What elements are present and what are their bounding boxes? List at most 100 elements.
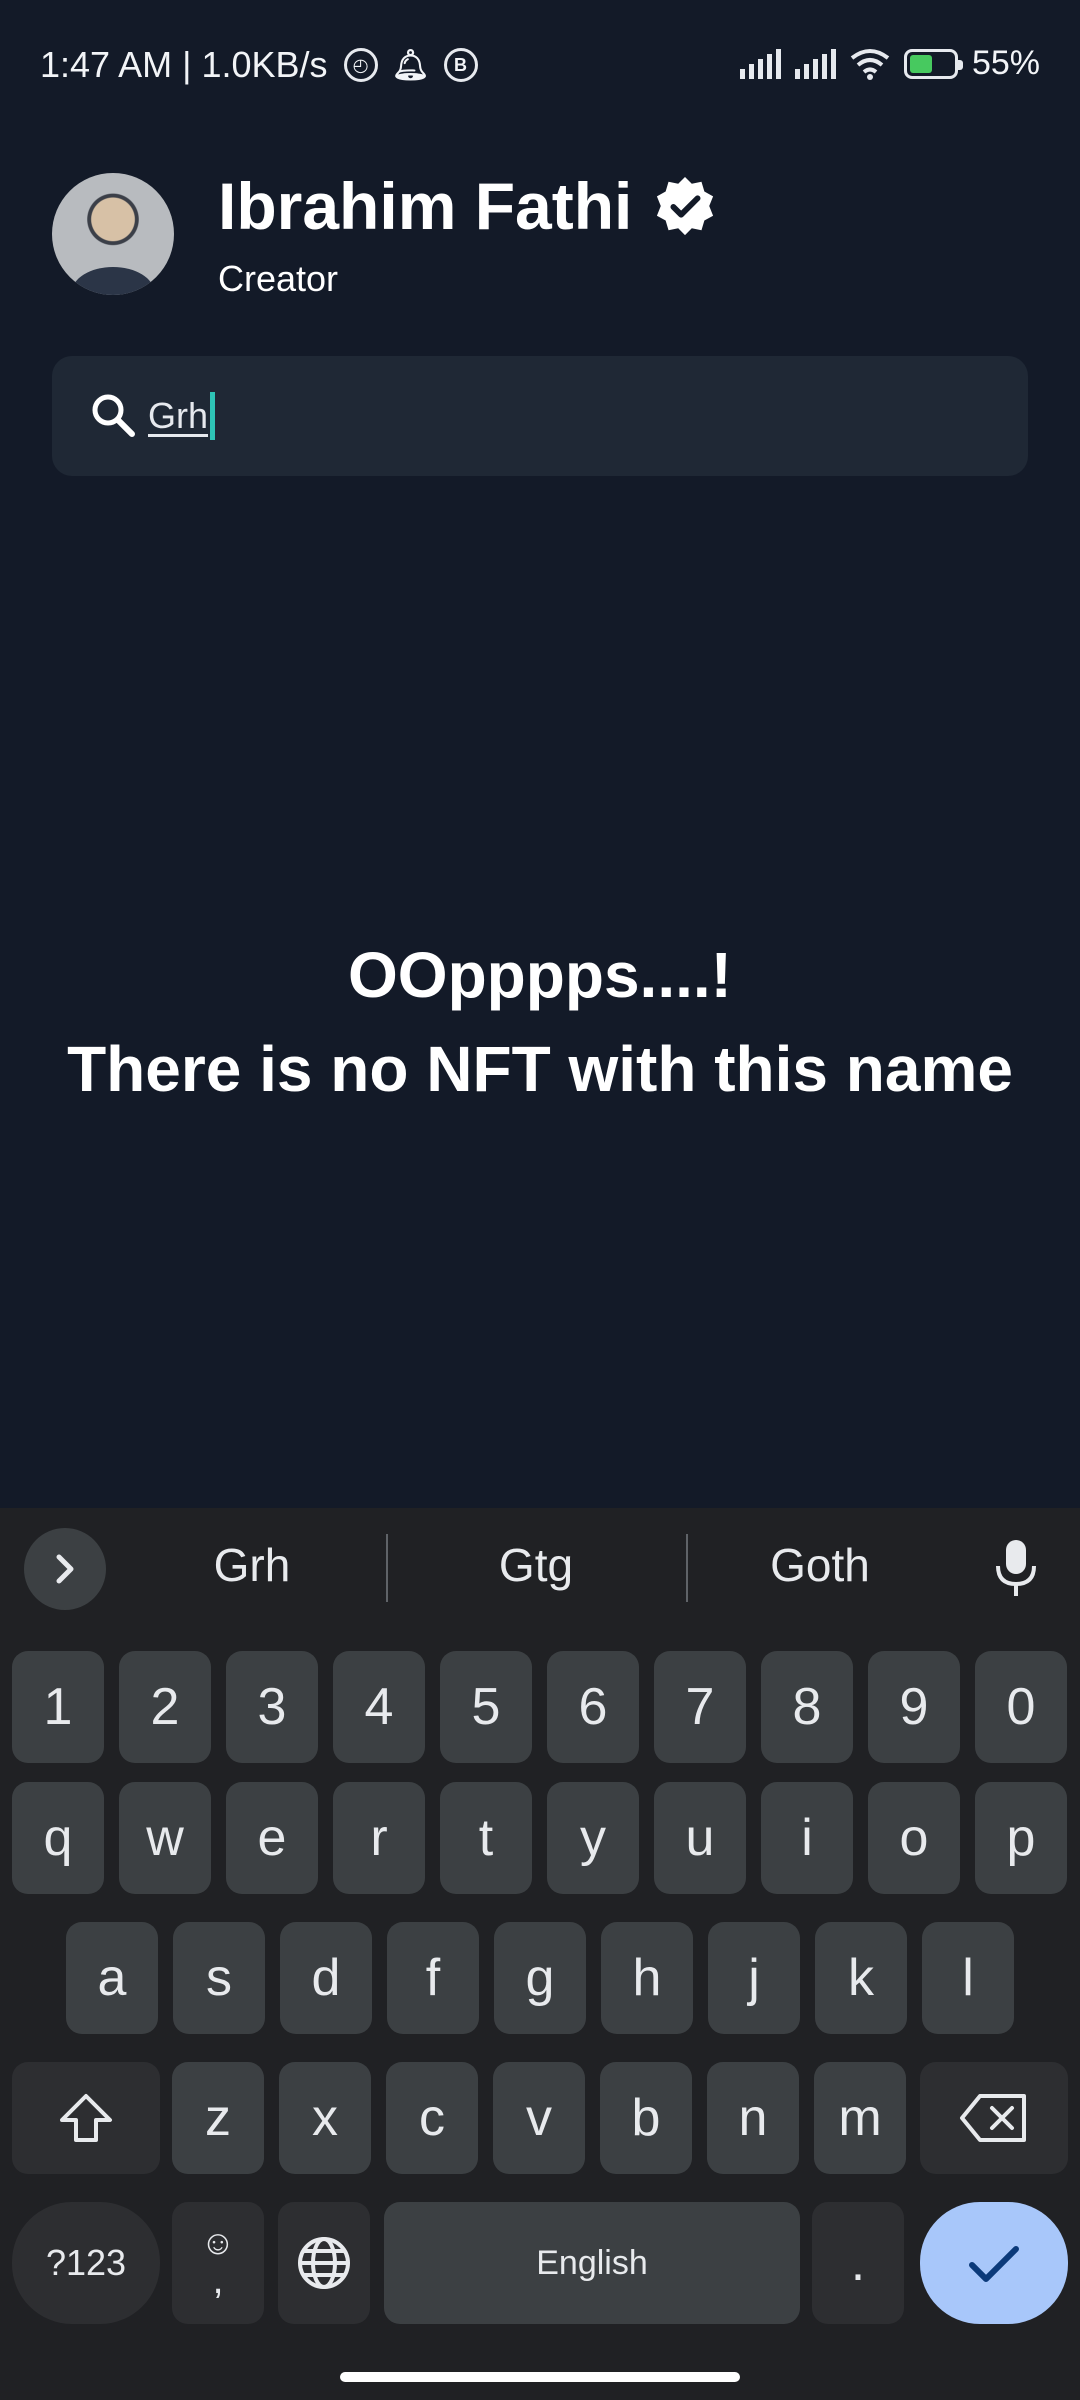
key-m-label: m bbox=[838, 2089, 882, 2147]
comma-key[interactable]: ☺, bbox=[172, 2202, 264, 2324]
key-v[interactable]: v bbox=[493, 2062, 585, 2174]
key-l[interactable]: l bbox=[922, 1922, 1014, 2034]
period-key[interactable]: . bbox=[812, 2202, 904, 2324]
key-w[interactable]: w bbox=[119, 1782, 211, 1894]
checkmark-icon bbox=[969, 2246, 1019, 2282]
expand-toolbar-button[interactable] bbox=[24, 1528, 106, 1610]
key-8[interactable]: 8 bbox=[761, 1651, 853, 1763]
language-key[interactable] bbox=[278, 2202, 370, 2324]
status-time-speed: 1:47 AM | 1.0KB/s bbox=[40, 44, 328, 85]
key-s-label: s bbox=[206, 1949, 232, 2007]
key-k-label: k bbox=[848, 1949, 874, 2007]
key-h[interactable]: h bbox=[601, 1922, 693, 2034]
avatar[interactable] bbox=[52, 173, 174, 295]
key-6[interactable]: 6 bbox=[547, 1651, 639, 1763]
key-5[interactable]: 5 bbox=[440, 1651, 532, 1763]
key-c[interactable]: c bbox=[386, 2062, 478, 2174]
key-i[interactable]: i bbox=[761, 1782, 853, 1894]
key-3[interactable]: 3 bbox=[226, 1651, 318, 1763]
suggestion-divider bbox=[386, 1534, 388, 1602]
key-t-label: t bbox=[478, 1809, 494, 1867]
suggestion-divider bbox=[686, 1534, 688, 1602]
backspace-icon bbox=[960, 2094, 1026, 2142]
key-g-label: g bbox=[525, 1949, 555, 2007]
key-j[interactable]: j bbox=[708, 1922, 800, 2034]
search-input[interactable]: Grh bbox=[52, 356, 1028, 476]
profile-header: Ibrahim Fathi Creator bbox=[52, 168, 716, 300]
key-k[interactable]: k bbox=[815, 1922, 907, 2034]
suggestion-2[interactable]: Gtg bbox=[426, 1538, 646, 1592]
suggestion-1[interactable]: Grh bbox=[142, 1538, 362, 1592]
backspace-key[interactable] bbox=[920, 2062, 1068, 2174]
search-icon bbox=[92, 394, 135, 437]
key-7[interactable]: 7 bbox=[654, 1651, 746, 1763]
period-key-label: . bbox=[850, 2234, 866, 2292]
key-g[interactable]: g bbox=[494, 1922, 586, 2034]
key-0[interactable]: 0 bbox=[975, 1651, 1067, 1763]
verified-badge-icon bbox=[657, 176, 714, 236]
globe-icon bbox=[298, 2237, 350, 2289]
key-c-label: c bbox=[419, 2089, 445, 2147]
bell-icon: 🔔︎ bbox=[391, 48, 430, 82]
search-value: Grh bbox=[148, 395, 209, 436]
profile-role: Creator bbox=[218, 258, 339, 299]
key-z[interactable]: z bbox=[172, 2062, 264, 2174]
key-q-label: q bbox=[43, 1809, 73, 1867]
microphone-icon[interactable] bbox=[988, 1538, 1044, 1598]
empty-message: There is no NFT with this name bbox=[67, 1033, 1013, 1105]
key-7-label: 7 bbox=[685, 1678, 715, 1736]
symbols-key[interactable]: ?123 bbox=[12, 2202, 160, 2324]
key-i-label: i bbox=[801, 1809, 813, 1867]
key-x-label: x bbox=[312, 2089, 338, 2147]
key-y[interactable]: y bbox=[547, 1782, 639, 1894]
navigation-handle[interactable] bbox=[340, 2372, 740, 2382]
status-left: 1:47 AM | 1.0KB/s ◴ 🔔︎ B bbox=[40, 44, 478, 86]
key-l-label: l bbox=[962, 1949, 974, 2007]
key-z-label: z bbox=[205, 2089, 231, 2147]
key-s[interactable]: s bbox=[173, 1922, 265, 2034]
suggestion-3[interactable]: Goth bbox=[710, 1538, 930, 1592]
key-t[interactable]: t bbox=[440, 1782, 532, 1894]
keyboard: Grh Gtg Goth 1 2 3 4 5 6 7 8 9 0 q w e r t y u i o p a s d f g h j… bbox=[0, 1508, 1080, 2400]
name-row: Ibrahim Fathi bbox=[218, 168, 716, 244]
key-b[interactable]: b bbox=[600, 2062, 692, 2174]
status-bar: 1:47 AM | 1.0KB/s ◴ 🔔︎ B 55% bbox=[0, 0, 1080, 130]
key-x[interactable]: x bbox=[279, 2062, 371, 2174]
key-a[interactable]: a bbox=[66, 1922, 158, 2034]
key-1[interactable]: 1 bbox=[12, 1651, 104, 1763]
key-2-label: 2 bbox=[150, 1678, 180, 1736]
key-f-label: f bbox=[425, 1949, 441, 2007]
key-p[interactable]: p bbox=[975, 1782, 1067, 1894]
key-e[interactable]: e bbox=[226, 1782, 318, 1894]
key-u[interactable]: u bbox=[654, 1782, 746, 1894]
key-r[interactable]: r bbox=[333, 1782, 425, 1894]
key-2[interactable]: 2 bbox=[119, 1651, 211, 1763]
key-m[interactable]: m bbox=[814, 2062, 906, 2174]
key-o[interactable]: o bbox=[868, 1782, 960, 1894]
space-key[interactable]: English bbox=[384, 2202, 800, 2324]
key-a-label: a bbox=[97, 1949, 127, 2007]
key-d[interactable]: d bbox=[280, 1922, 372, 2034]
key-f[interactable]: f bbox=[387, 1922, 479, 2034]
emoji-icon: ☺ bbox=[200, 2224, 236, 2262]
battery-icon bbox=[903, 48, 963, 79]
screen: 1:47 AM | 1.0KB/s ◴ 🔔︎ B 55% Ibrahim Fat… bbox=[0, 0, 1080, 2400]
key-q[interactable]: q bbox=[12, 1782, 104, 1894]
profile-name: Ibrahim Fathi bbox=[218, 169, 633, 243]
key-4[interactable]: 4 bbox=[333, 1651, 425, 1763]
done-key[interactable] bbox=[920, 2202, 1068, 2324]
key-y-label: y bbox=[580, 1809, 606, 1867]
space-key-label: English bbox=[536, 2243, 648, 2282]
comma-key-label: , bbox=[212, 2258, 224, 2302]
shift-icon bbox=[60, 2094, 112, 2142]
text-cursor bbox=[210, 392, 216, 440]
key-6-label: 6 bbox=[578, 1678, 608, 1736]
key-9[interactable]: 9 bbox=[868, 1651, 960, 1763]
key-n[interactable]: n bbox=[707, 2062, 799, 2174]
symbols-key-label: ?123 bbox=[45, 2242, 127, 2283]
key-9-label: 9 bbox=[899, 1678, 929, 1736]
signal-icon bbox=[739, 48, 781, 79]
battery-percent: 55% bbox=[971, 44, 1040, 82]
b-coin-icon: B bbox=[443, 48, 478, 82]
shift-key[interactable] bbox=[12, 2062, 160, 2174]
